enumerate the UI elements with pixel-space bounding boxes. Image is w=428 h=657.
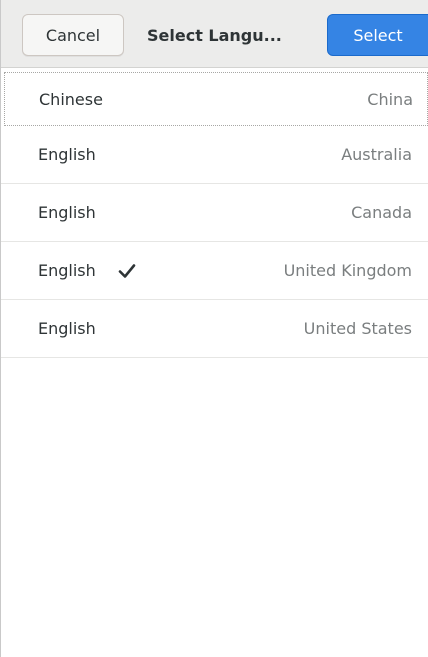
language-list: Chinese China English Australia English … [1,68,428,358]
language-name: Chinese [39,89,103,109]
checkmark-icon [118,264,136,278]
list-item-chinese-china[interactable]: Chinese China [4,72,428,126]
list-item-english-canada[interactable]: English Canada [1,184,428,242]
language-dialog: Cancel Select Langu... Select Chinese Ch… [0,0,428,657]
cancel-button[interactable]: Cancel [22,14,124,56]
language-name: English [38,319,96,338]
region-name: Australia [341,145,412,164]
dialog-title: Select Langu... [147,25,282,45]
region-name: United States [303,319,412,338]
list-item-english-australia[interactable]: English Australia [1,126,428,184]
header-bar: Cancel Select Langu... Select [1,0,428,68]
region-name: Canada [351,203,412,222]
list-item-english-united-states[interactable]: English United States [1,300,428,358]
select-button[interactable]: Select [327,14,428,56]
region-name: China [367,89,413,109]
language-name: English [38,203,96,222]
language-name: English [38,145,96,164]
region-name: United Kingdom [283,261,412,280]
language-name: English [38,261,96,280]
list-item-english-united-kingdom[interactable]: English United Kingdom [1,242,428,300]
